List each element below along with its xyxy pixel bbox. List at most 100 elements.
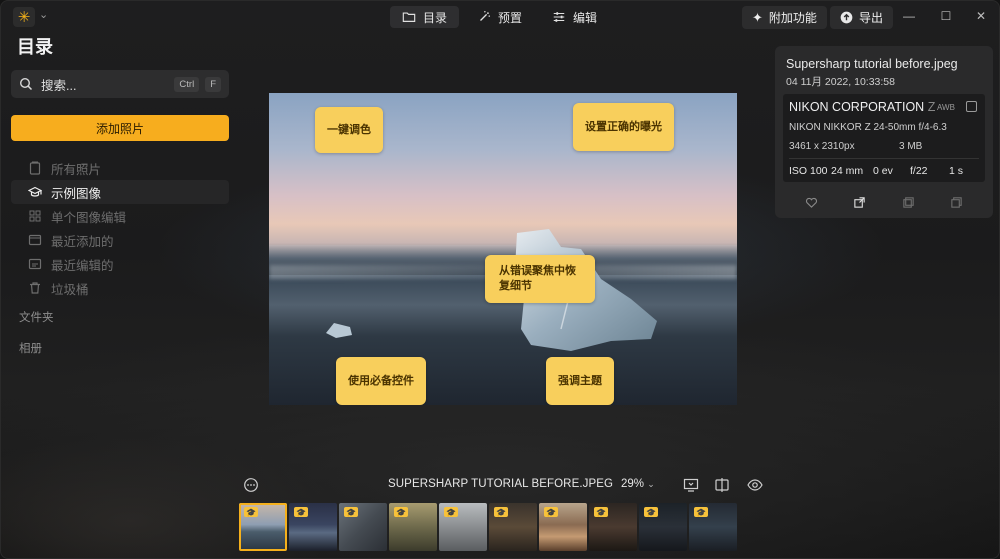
filmstrip-thumb[interactable]: 🎓: [389, 503, 437, 551]
tip-emphasize-subject[interactable]: 强调主题: [546, 357, 614, 405]
copy-icon[interactable]: [902, 196, 915, 209]
shortcut-key-ctrl: Ctrl: [174, 76, 200, 92]
close-icon[interactable]: ✕: [973, 9, 989, 23]
exif-divider: [789, 158, 979, 159]
addons-label: 附加功能: [768, 11, 817, 25]
graduation-cap-icon: 🎓: [694, 507, 708, 517]
graduation-cap-icon: 🎓: [294, 507, 308, 517]
photos-icon: [29, 161, 41, 175]
info-filename: Supersharp tutorial before.jpeg: [786, 57, 958, 71]
folders-section-header[interactable]: 文件夹: [19, 309, 54, 325]
exif-box: NIKON CORPORATION Z AWB NIKON NIKKOR Z 2…: [783, 94, 985, 230]
filmstrip-thumb[interactable]: 🎓: [639, 503, 687, 551]
tip-correct-exposure[interactable]: 设置正确的曝光: [573, 103, 674, 151]
add-photos-button[interactable]: 添加照片: [11, 115, 229, 141]
sidebar-item-single-edit[interactable]: 单个图像编辑: [11, 204, 229, 228]
filmstrip-thumb[interactable]: 🎓: [339, 503, 387, 551]
exif-focal: 24 mm: [831, 165, 864, 177]
search-placeholder: 搜索...: [41, 78, 77, 93]
compare-icon[interactable]: [714, 477, 730, 493]
graduation-cap-icon: 🎓: [394, 507, 408, 517]
search-input[interactable]: 搜索... Ctrl F: [11, 70, 229, 98]
sidebar-item-label: 所有照片: [51, 162, 102, 177]
trash-icon: [30, 282, 40, 294]
small-ice-shape: [326, 323, 352, 338]
maximize-icon[interactable]: ☐: [938, 9, 954, 23]
sidebar-item-all-photos[interactable]: 所有照片: [11, 156, 229, 180]
tab-catalog[interactable]: 目录: [390, 6, 460, 28]
graduation-cap-icon: [28, 186, 42, 197]
chevron-down-icon[interactable]: ⌄: [39, 8, 48, 21]
upload-icon: [840, 11, 853, 24]
app-logo-icon[interactable]: ✳: [13, 7, 35, 27]
tab-presets[interactable]: 预置: [465, 6, 534, 28]
exif-iso: ISO 100: [789, 165, 828, 177]
info-panel: Supersharp tutorial before.jpeg 04 11月 2…: [775, 46, 993, 218]
sparkle-icon: ✦: [752, 9, 763, 25]
info-actions: [775, 196, 993, 209]
sidebar-item-recently-edited[interactable]: 最近编辑的: [11, 252, 229, 276]
main-photo[interactable]: 一键调色 设置正确的曝光 从错误聚焦中恢复细节 使用必备控件 强调主题: [269, 93, 737, 405]
sidebar-item-label: 单个图像编辑: [51, 210, 127, 225]
sidebar-item-sample-images[interactable]: 示例图像: [11, 180, 229, 204]
tab-edit[interactable]: 编辑: [540, 6, 609, 28]
app-window: ✳ ⌄ 目录 预置 编辑 ✦ 附加功能 导出 — ☐ ✕ 目录 搜索... Ct…: [0, 0, 1000, 559]
graduation-cap-icon: 🎓: [594, 507, 608, 517]
exif-filesize: 3 MB: [899, 141, 923, 152]
heart-icon[interactable]: [805, 196, 818, 209]
open-external-icon[interactable]: [853, 196, 866, 209]
sidebar-nav: 所有照片 示例图像 单个图像编辑 最近添加的 最近编辑的 垃圾桶: [11, 156, 229, 300]
shortcut-key-f: F: [205, 76, 221, 92]
tip-recover-focus[interactable]: 从错误聚焦中恢复细节: [485, 255, 595, 303]
info-date: 04 11月 2022, 10:33:58: [786, 76, 895, 88]
eye-icon[interactable]: [747, 477, 763, 493]
recent-added-icon: [28, 234, 42, 246]
grid-icon: [29, 210, 41, 222]
sidebar-item-label: 示例图像: [51, 186, 102, 201]
sidebar-item-trash[interactable]: 垃圾桶: [11, 276, 229, 300]
exif-aperture: f/22: [910, 165, 928, 177]
sliders-icon: [553, 12, 565, 22]
exif-ev: 0 ev: [873, 165, 893, 177]
exif-shutter: 1 s: [949, 165, 964, 177]
folder-icon: [402, 12, 416, 22]
exif-camera: NIKON CORPORATION Z: [789, 100, 936, 114]
graduation-cap-icon: 🎓: [644, 507, 658, 517]
wand-icon: [480, 11, 490, 21]
export-button[interactable]: 导出: [830, 6, 894, 29]
filmstrip-thumb[interactable]: 🎓: [489, 503, 537, 551]
filmstrip: 🎓 🎓 🎓 🎓 🎓 🎓 🎓 🎓 🎓 🎓: [239, 503, 769, 552]
chevron-down-icon: ⌄: [647, 479, 655, 489]
albums-section-header[interactable]: 相册: [19, 340, 42, 356]
viewer-filename: SUPERSHARP TUTORIAL BEFORE.JPEG: [388, 478, 614, 490]
tip-one-click-color[interactable]: 一键调色: [315, 107, 383, 153]
filmstrip-thumb[interactable]: 🎓: [689, 503, 737, 551]
page-title: 目录: [17, 37, 53, 57]
exif-awb: AWB: [937, 103, 955, 112]
paste-icon[interactable]: [950, 196, 963, 209]
sidebar-item-label: 最近编辑的: [51, 258, 114, 273]
zoom-dropdown[interactable]: 29% ⌄: [621, 478, 655, 490]
exif-lens: NIKON NIKKOR Z 24-50mm f/4-6.3: [789, 122, 947, 133]
filmstrip-thumb[interactable]: 🎓: [589, 503, 637, 551]
minimize-icon[interactable]: —: [901, 9, 917, 23]
addons-button[interactable]: ✦ 附加功能: [742, 6, 827, 29]
monitor-icon[interactable]: [683, 477, 699, 493]
filmstrip-thumb[interactable]: 🎓: [439, 503, 487, 551]
graduation-cap-icon: 🎓: [444, 507, 458, 517]
sidebar-item-label: 垃圾桶: [51, 282, 89, 297]
tab-presets-label: 预置: [498, 10, 523, 25]
export-label: 导出: [859, 11, 884, 25]
filmstrip-thumb[interactable]: 🎓: [289, 503, 337, 551]
filmstrip-thumb[interactable]: 🎓: [539, 503, 587, 551]
graduation-cap-icon: 🎓: [344, 507, 358, 517]
sidebar-item-recently-added[interactable]: 最近添加的: [11, 228, 229, 252]
tip-essential-controls[interactable]: 使用必备控件: [336, 357, 426, 405]
tab-edit-label: 编辑: [573, 10, 598, 25]
search-icon: [19, 77, 33, 91]
graduation-cap-icon: 🎓: [244, 507, 258, 517]
graduation-cap-icon: 🎓: [544, 507, 558, 517]
filmstrip-thumb[interactable]: 🎓: [239, 503, 287, 551]
top-nav: 目录 预置 编辑: [390, 6, 609, 28]
crop-frame-icon: [966, 101, 977, 112]
